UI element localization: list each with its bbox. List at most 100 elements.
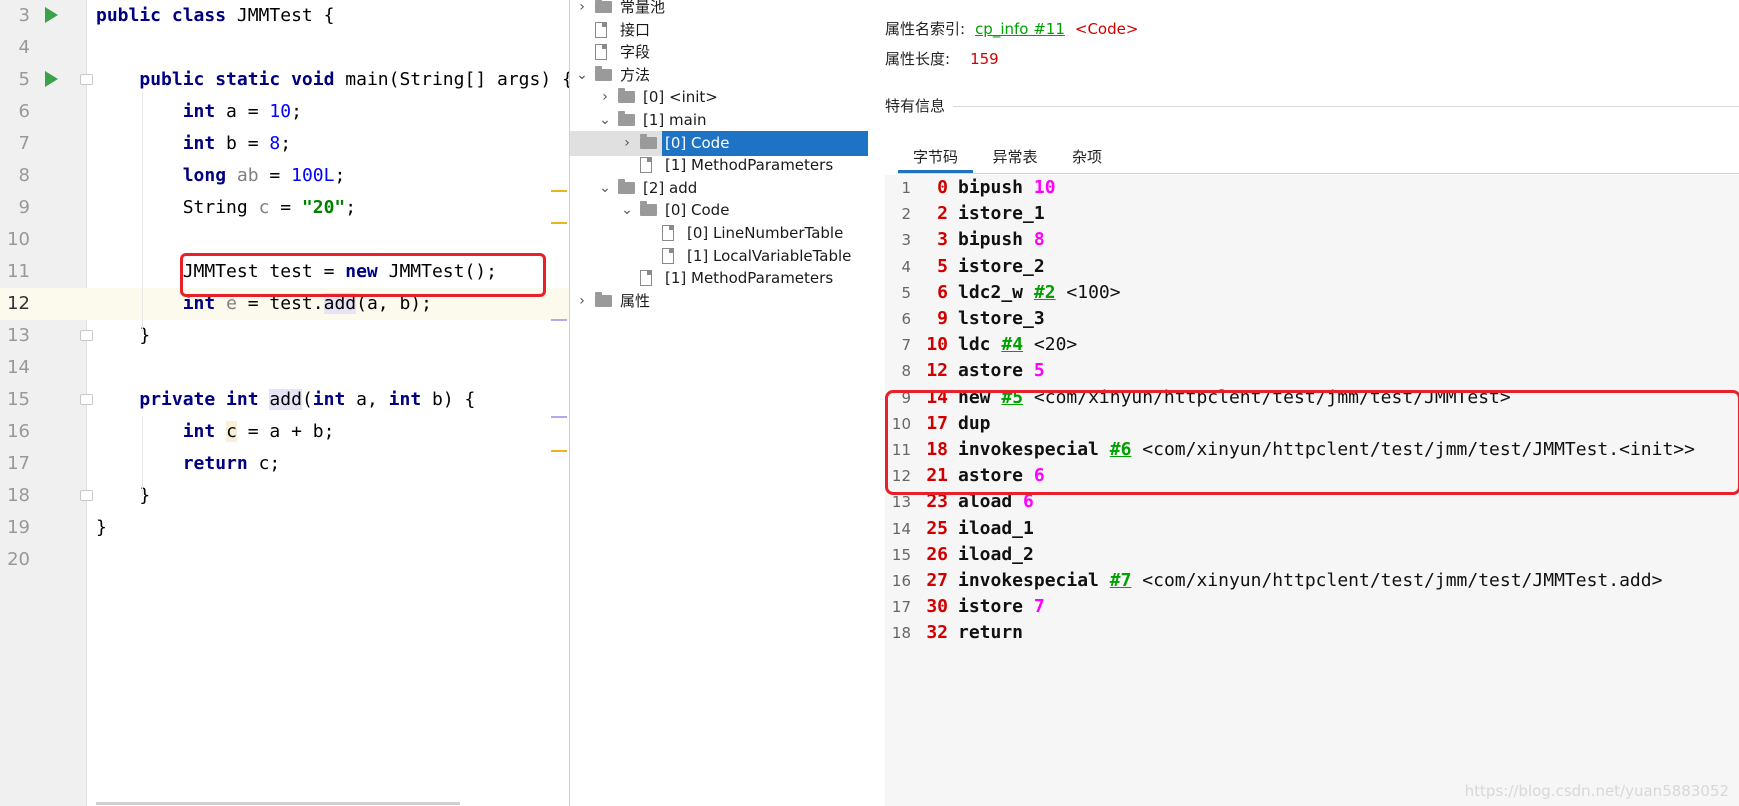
- file-icon: [640, 270, 652, 287]
- code-line[interactable]: 19}: [0, 512, 569, 544]
- code-text[interactable]: int b = 8;: [96, 128, 291, 160]
- tree-node[interactable]: [1] MethodParameters: [570, 266, 868, 291]
- code-line[interactable]: 4: [0, 32, 569, 64]
- highlight-box: [885, 390, 1739, 495]
- tree-node[interactable]: › 属性: [570, 289, 868, 314]
- bytecode-row[interactable]: 5 6 ldc2_w #2 <100>: [885, 280, 1739, 306]
- tab-exception-table[interactable]: 异常表: [979, 145, 1051, 173]
- tree-node[interactable]: ⌄ [1] main: [570, 108, 868, 133]
- tree-node[interactable]: [1] MethodParameters: [570, 153, 868, 178]
- tree-node[interactable]: [1] LocalVariableTable: [570, 244, 868, 269]
- bytecode-row[interactable]: 14 25 iload_1: [885, 516, 1739, 542]
- fold-icon[interactable]: [80, 490, 93, 501]
- bytecode-row[interactable]: 7 10 ldc #4 <20>: [885, 332, 1739, 358]
- code-text[interactable]: public static void main(String[] args) {: [96, 64, 569, 96]
- code-line[interactable]: 9 String c = "20";: [0, 192, 569, 224]
- bytecode-line-number: 16: [891, 572, 911, 590]
- code-line[interactable]: 16 int c = a + b;: [0, 416, 569, 448]
- constant-pool-ref-link[interactable]: #2: [1034, 282, 1056, 303]
- bytecode-line-number: 2: [901, 205, 911, 224]
- fold-icon[interactable]: [80, 74, 93, 85]
- usage-marker[interactable]: [551, 319, 567, 321]
- constant-pool-ref-link[interactable]: #4: [1001, 334, 1023, 355]
- code-text[interactable]: }: [96, 512, 107, 544]
- code-line[interactable]: 7 int b = 8;: [0, 128, 569, 160]
- file-icon: [640, 157, 652, 174]
- code-line[interactable]: 5 public static void main(String[] args)…: [0, 64, 569, 96]
- horizontal-scrollbar[interactable]: [96, 802, 460, 805]
- bytecode-instruction: iload_1: [958, 516, 1034, 542]
- tree-node[interactable]: ⌄ 方法: [570, 63, 868, 88]
- code-line[interactable]: 15 private int add(int a, int b) {: [0, 384, 569, 416]
- code-line[interactable]: 8 long ab = 100L;: [0, 160, 569, 192]
- bytecode-row[interactable]: 18 32 return: [885, 620, 1739, 646]
- tree-node[interactable]: › [0] <init>: [570, 85, 868, 110]
- line-number: 8: [18, 165, 30, 186]
- bytecode-row[interactable]: 16 27 invokespecial #7 <com/xinyun/httpcle…: [885, 568, 1739, 594]
- tree-node-label: [0] Code: [665, 201, 730, 220]
- tab-misc[interactable]: 杂项: [1057, 145, 1117, 173]
- code-text[interactable]: int c = a + b;: [96, 416, 334, 448]
- file-icon: [662, 247, 674, 264]
- bytecode-row[interactable]: 1 0 bipush 10: [885, 175, 1739, 201]
- bytecode-row[interactable]: 8 12 astore 5: [885, 358, 1739, 384]
- code-line[interactable]: 17 return c;: [0, 448, 569, 480]
- code-line[interactable]: 18 }: [0, 480, 569, 512]
- tab-bytecode[interactable]: 字节码: [898, 145, 973, 173]
- line-number: 19: [7, 517, 30, 538]
- code-text[interactable]: private int add(int a, int b) {: [96, 384, 475, 416]
- special-info-label: 特有信息: [885, 95, 954, 116]
- tree-node[interactable]: ⌄ [0] Code: [570, 198, 868, 223]
- tree-node[interactable]: [0] LineNumberTable: [570, 221, 868, 246]
- code-text[interactable]: long ab = 100L;: [96, 160, 346, 192]
- tree-node[interactable]: › [0] Code: [570, 130, 868, 156]
- file-icon: [595, 21, 607, 38]
- bytecode-instruction: istore 7: [958, 594, 1045, 620]
- expand-arrow-icon[interactable]: ›: [575, 289, 589, 314]
- opcode: ldc2_w: [958, 281, 1024, 303]
- cp-info-link[interactable]: cp_info #11: [975, 20, 1065, 38]
- warning-marker[interactable]: [551, 222, 567, 224]
- code-line[interactable]: 13 }: [0, 320, 569, 352]
- usage-marker[interactable]: [551, 416, 567, 418]
- code-editor[interactable]: 3 public class JMMTest {4 5 public static …: [0, 0, 569, 806]
- code-text[interactable]: return c;: [96, 448, 281, 480]
- bytecode-row[interactable]: 15 26 iload_2: [885, 542, 1739, 568]
- constant-pool-ref-link[interactable]: #7: [1110, 570, 1132, 591]
- code-line[interactable]: 20: [0, 544, 569, 576]
- collapse-arrow-icon[interactable]: ⌄: [620, 198, 634, 223]
- bytecode-row[interactable]: 4 5 istore_2: [885, 254, 1739, 280]
- fold-icon[interactable]: [80, 330, 93, 341]
- code-text[interactable]: String c = "20";: [96, 192, 356, 224]
- warning-marker[interactable]: [551, 190, 567, 192]
- bytecode-instruction: astore 5: [958, 358, 1045, 384]
- collapse-arrow-icon[interactable]: ⌄: [598, 176, 612, 201]
- bytecode-row[interactable]: 3 3 bipush 8: [885, 227, 1739, 253]
- class-structure-tree[interactable]: › 常量池 接口 字段 ⌄ 方法 › [0] <init> ⌄ [1] main › [0] Code…: [569, 0, 869, 806]
- expand-arrow-icon[interactable]: ›: [620, 131, 634, 156]
- tree-node[interactable]: 接口: [570, 18, 868, 43]
- code-line[interactable]: 14: [0, 352, 569, 384]
- tree-node[interactable]: ⌄ [2] add: [570, 176, 868, 201]
- run-icon[interactable]: [45, 7, 58, 23]
- collapse-arrow-icon[interactable]: ⌄: [598, 108, 612, 133]
- attr-name-index-row: 属性名索引: cp_info #11 <Code>: [885, 18, 1138, 40]
- tree-node[interactable]: 字段: [570, 40, 868, 65]
- warning-marker[interactable]: [551, 450, 567, 452]
- bytecode-row[interactable]: 6 9 lstore_3: [885, 306, 1739, 332]
- expand-arrow-icon[interactable]: ›: [598, 85, 612, 110]
- fold-icon[interactable]: [80, 394, 93, 405]
- bytecode-row[interactable]: 17 30 istore 7: [885, 594, 1739, 620]
- collapse-arrow-icon[interactable]: ⌄: [575, 63, 589, 88]
- code-text[interactable]: public class JMMTest {: [96, 0, 334, 32]
- opcode: istore_1: [958, 203, 1045, 225]
- line-number: 12: [7, 293, 30, 314]
- code-text[interactable]: int a = 10;: [96, 96, 302, 128]
- run-icon[interactable]: [45, 71, 58, 87]
- bytecode-row[interactable]: 2 2 istore_1: [885, 201, 1739, 227]
- bytecode-offset: 12: [926, 360, 948, 382]
- code-line[interactable]: 10: [0, 224, 569, 256]
- bytecode-offset: 2: [937, 203, 948, 225]
- code-line[interactable]: 3 public class JMMTest {: [0, 0, 569, 32]
- code-line[interactable]: 6 int a = 10;: [0, 96, 569, 128]
